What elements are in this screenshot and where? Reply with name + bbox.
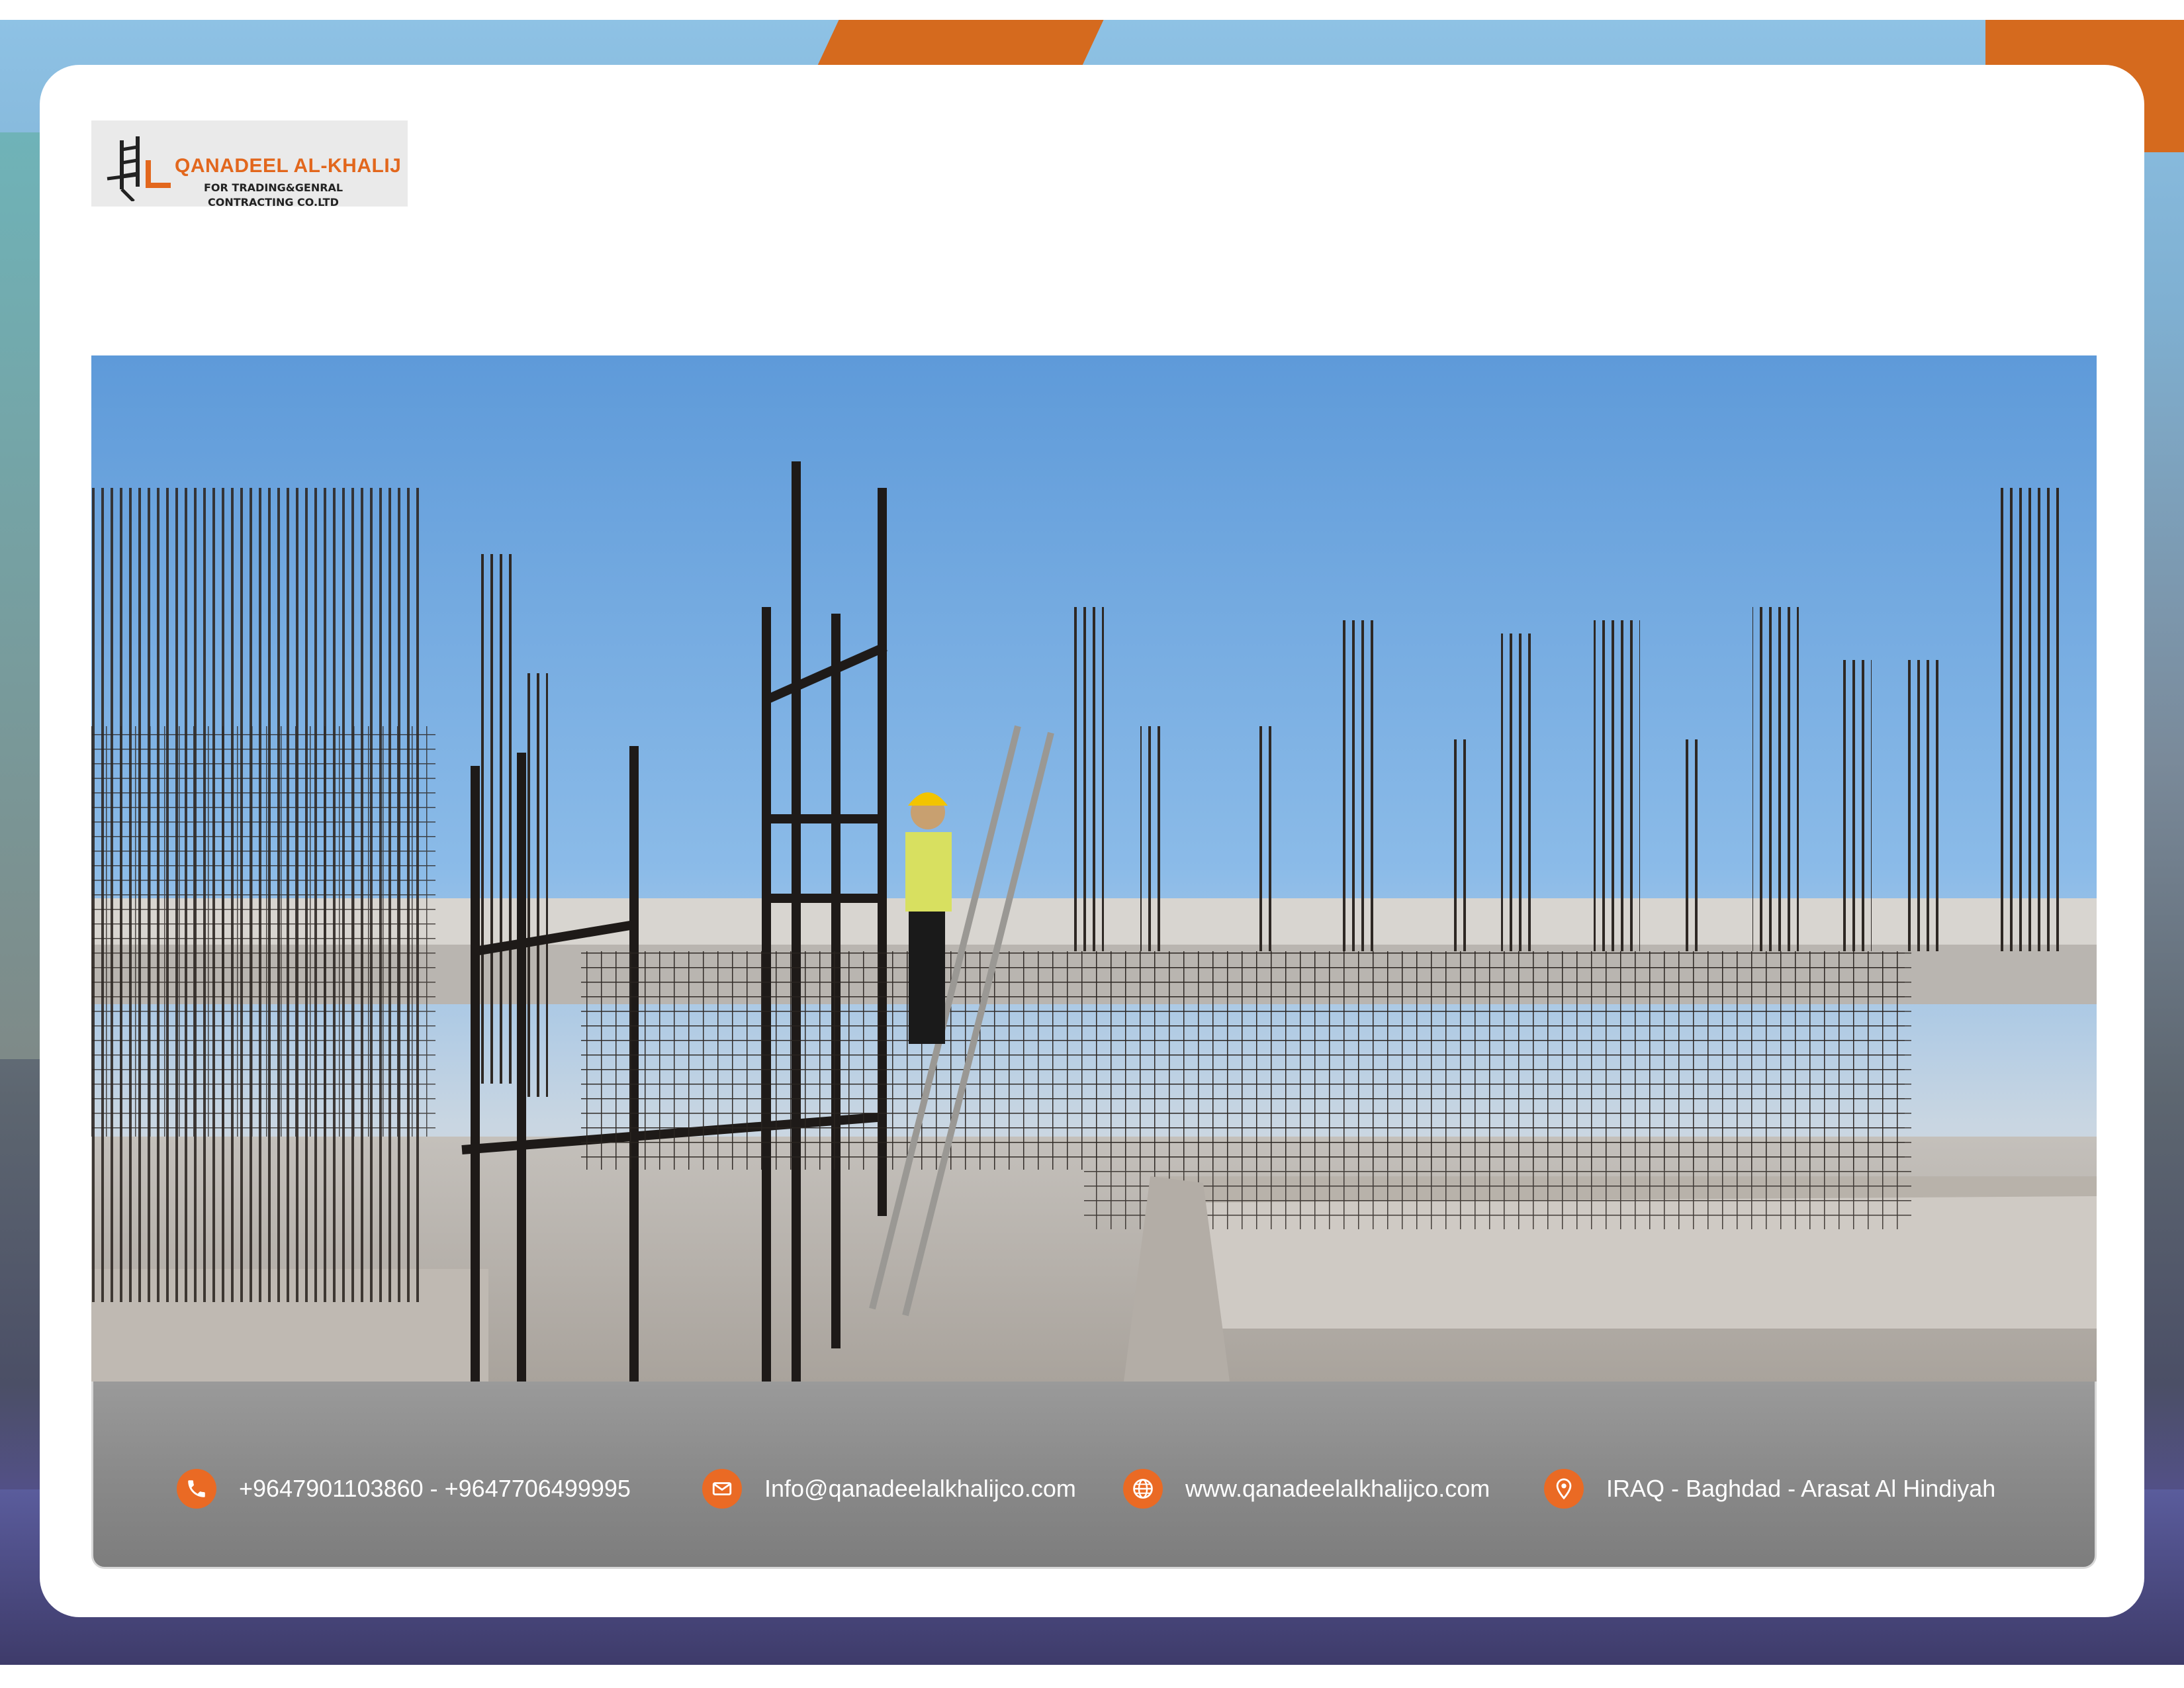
brand-name: QANADEEL AL-KHALIJ — [175, 155, 402, 177]
postal-address: IRAQ - Baghdad - Arasat Al Hindiyah — [1606, 1475, 1996, 1502]
construction-photo — [91, 355, 2097, 1382]
contact-address: IRAQ - Baghdad - Arasat Al Hindiyah — [1544, 1469, 1995, 1509]
construction-site-illustration — [91, 355, 2097, 1382]
contact-email: Info@qanadeelalkhalijco.com — [702, 1469, 1076, 1509]
contact-footer: +9647901103860 - +9647706499995 Info@qan… — [91, 1382, 2097, 1569]
phone-numbers[interactable]: +9647901103860 - +9647706499995 — [239, 1475, 631, 1503]
email-address[interactable]: Info@qanadeelalkhalijco.com — [764, 1475, 1076, 1503]
brand-tagline-line2: CONTRACTING CO.LTD — [208, 196, 339, 209]
website-url[interactable]: www.qanadeelalkhalijco.com — [1185, 1475, 1490, 1503]
globe-icon — [1123, 1469, 1163, 1509]
mail-icon — [702, 1469, 742, 1509]
contact-website: www.qanadeelalkhalijco.com — [1123, 1469, 1490, 1509]
brand-tagline-line1: FOR TRADING&GENRAL — [204, 181, 343, 194]
contact-phone: +9647901103860 - +9647706499995 — [177, 1469, 631, 1509]
company-logo: QANADEEL AL-KHALIJ FOR TRADING&GENRAL CO… — [91, 120, 408, 209]
location-pin-icon — [1544, 1469, 1584, 1509]
scaffold-logo-icon — [107, 136, 171, 201]
phone-icon — [177, 1469, 216, 1509]
